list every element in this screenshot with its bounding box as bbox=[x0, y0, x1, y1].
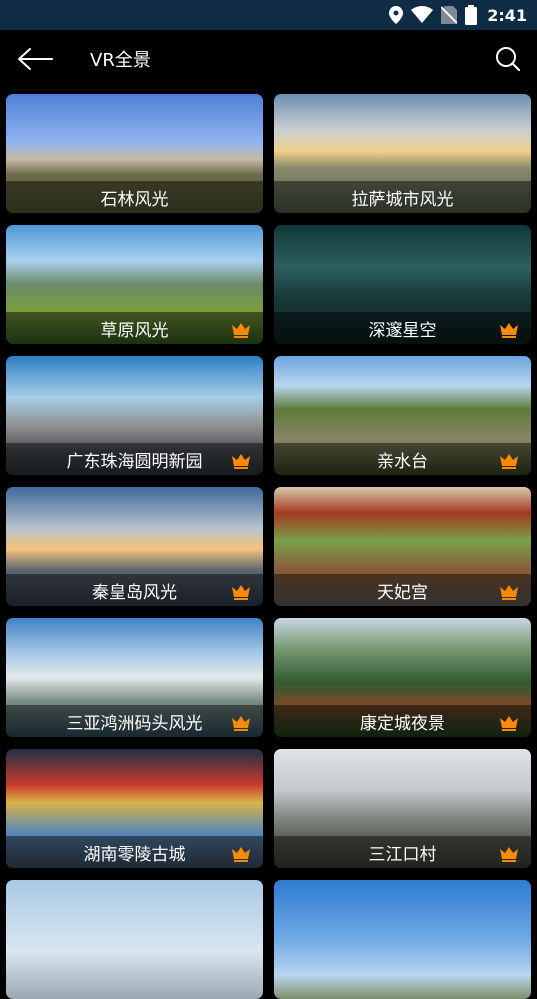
panorama-card[interactable]: 亲水台 bbox=[274, 356, 531, 475]
crown-icon bbox=[500, 716, 518, 731]
back-arrow-icon bbox=[18, 48, 53, 70]
page-title: VR全景 bbox=[90, 50, 151, 71]
panorama-card[interactable] bbox=[274, 880, 531, 999]
panorama-grid: 石林风光 拉萨城市风光 草原风光 深邃星空 广东珠海圆明新园 亲水台 秦皇岛风光… bbox=[6, 94, 531, 999]
panorama-card[interactable]: 湖南零陵古城 bbox=[6, 749, 263, 868]
crown-icon bbox=[232, 847, 250, 862]
search-icon bbox=[496, 47, 521, 72]
card-label: 深邃星空 bbox=[274, 312, 531, 344]
battery-icon bbox=[465, 5, 478, 25]
card-label: 石林风光 bbox=[6, 181, 263, 213]
panorama-card[interactable]: 三江口村 bbox=[274, 749, 531, 868]
crown-icon bbox=[500, 323, 518, 338]
panorama-card[interactable]: 拉萨城市风光 bbox=[274, 94, 531, 213]
panorama-card[interactable]: 石林风光 bbox=[6, 94, 263, 213]
panorama-card[interactable]: 深邃星空 bbox=[274, 225, 531, 344]
status-time: 2:41 bbox=[487, 5, 527, 25]
panorama-card[interactable]: 广东珠海圆明新园 bbox=[6, 356, 263, 475]
card-label: 秦皇岛风光 bbox=[6, 574, 263, 606]
location-icon bbox=[389, 6, 404, 24]
crown-icon bbox=[232, 323, 250, 338]
no-sim-icon bbox=[441, 6, 458, 24]
card-label: 康定城夜景 bbox=[274, 705, 531, 737]
card-label: 三江口村 bbox=[274, 836, 531, 868]
card-label: 广东珠海圆明新园 bbox=[6, 443, 263, 475]
card-thumbnail bbox=[6, 880, 263, 999]
wifi-icon bbox=[411, 6, 434, 23]
card-label: 草原风光 bbox=[6, 312, 263, 344]
panorama-card[interactable]: 天妃宫 bbox=[274, 487, 531, 606]
back-button[interactable] bbox=[14, 42, 54, 76]
crown-icon bbox=[232, 454, 250, 469]
panorama-card[interactable]: 秦皇岛风光 bbox=[6, 487, 263, 606]
status-bar: 2:41 bbox=[0, 0, 537, 30]
crown-icon bbox=[500, 585, 518, 600]
status-icons: 2:41 bbox=[389, 4, 527, 26]
crown-icon bbox=[232, 716, 250, 731]
card-label: 湖南零陵古城 bbox=[6, 836, 263, 868]
app-bar: VR全景 bbox=[0, 30, 537, 88]
card-label: 拉萨城市风光 bbox=[274, 181, 531, 213]
crown-icon bbox=[500, 847, 518, 862]
panorama-card[interactable]: 康定城夜景 bbox=[274, 618, 531, 737]
card-label: 亲水台 bbox=[274, 443, 531, 475]
crown-icon bbox=[232, 585, 250, 600]
search-button[interactable] bbox=[493, 44, 523, 74]
card-label: 天妃宫 bbox=[274, 574, 531, 606]
panorama-card[interactable] bbox=[6, 880, 263, 999]
crown-icon bbox=[500, 454, 518, 469]
card-label: 三亚鸿洲码头风光 bbox=[6, 705, 263, 737]
panorama-card[interactable]: 草原风光 bbox=[6, 225, 263, 344]
card-thumbnail bbox=[274, 880, 531, 999]
panorama-card[interactable]: 三亚鸿洲码头风光 bbox=[6, 618, 263, 737]
